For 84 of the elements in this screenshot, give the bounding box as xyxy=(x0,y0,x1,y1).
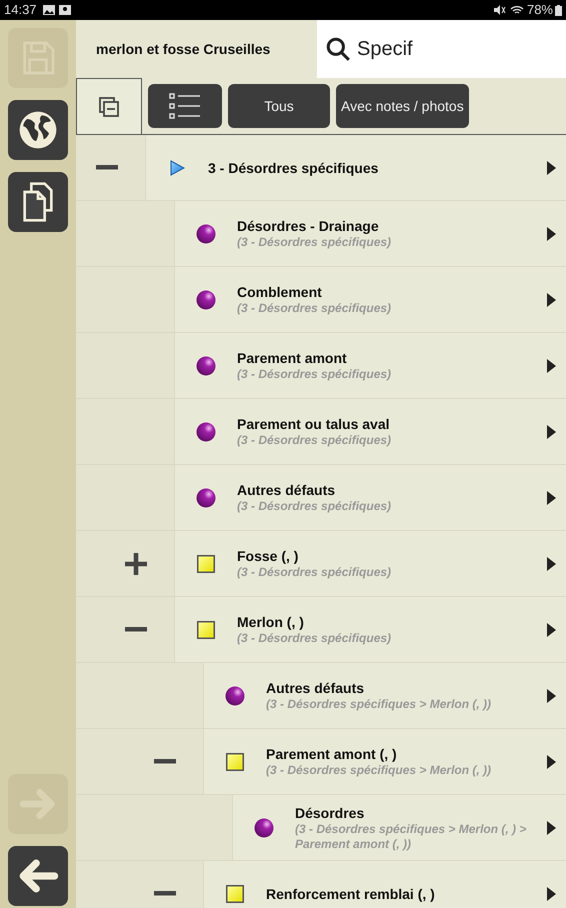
project-title: merlon et fosse Cruseilles xyxy=(95,40,272,58)
search-bar[interactable]: Specif xyxy=(317,20,566,78)
chevron-right-icon xyxy=(547,424,556,438)
sphere-icon xyxy=(196,290,216,310)
item-title: Parement ou talus aval xyxy=(237,415,391,433)
item-path: (3 - Désordres spécifiques) xyxy=(237,367,392,382)
list-view-button[interactable] xyxy=(148,84,222,128)
tree-row[interactable]: Parement amont (, ) (3 - Désordres spécifiques > Merlon (, )) xyxy=(203,729,566,794)
search-icon xyxy=(325,36,351,62)
plus-icon xyxy=(125,552,147,574)
tree-row[interactable]: Merlon (, ) (3 - Désordres spécifiques) xyxy=(174,597,566,662)
tree-row[interactable]: Désordres (3 - Désordres spécifiques > Merlon (, ) > Parement amont (, )) xyxy=(232,795,566,860)
tree-row[interactable]: Autres défauts (3 - Désordres spécifiques > Merlon (, )) xyxy=(203,663,566,728)
item-title: Désordres xyxy=(295,804,366,822)
tree-row[interactable]: Renforcement remblai (, ) xyxy=(203,861,566,908)
collapse-icon xyxy=(97,94,121,118)
item-path: (3 - Désordres spécifiques > Merlon (, )) xyxy=(266,763,492,778)
item-path: (3 - Désordres spécifiques) xyxy=(237,565,392,580)
tree-row[interactable]: 3 - Désordres spécifiques xyxy=(145,135,566,200)
item-title: Autres défauts xyxy=(237,481,336,499)
square-icon xyxy=(197,620,215,638)
item-path: (3 - Désordres spécifiques) xyxy=(237,235,392,250)
minus-icon xyxy=(154,891,176,896)
chevron-right-icon xyxy=(547,556,556,570)
clock: 14:37 xyxy=(4,1,37,20)
tree-row[interactable]: Désordres - Drainage (3 - Désordres spécifiques) xyxy=(174,201,566,266)
chevron-right-icon xyxy=(547,622,556,636)
item-path: (3 - Désordres spécifiques) xyxy=(237,301,392,316)
item-title: Parement amont (, ) xyxy=(266,745,398,763)
filter-button[interactable]: Tous xyxy=(228,84,330,128)
chevron-right-icon xyxy=(547,490,556,504)
battery-level: 78% xyxy=(526,1,553,20)
minus-icon xyxy=(154,759,176,764)
tree-row[interactable]: Fosse (, ) (3 - Désordres spécifiques) xyxy=(174,531,566,596)
item-title: Fosse (, ) xyxy=(237,547,300,565)
item-path: (3 - Désordres spécifiques > Merlon (, ) > Parement amont (, )) xyxy=(295,822,528,852)
wifi-icon xyxy=(510,5,524,15)
minus-icon xyxy=(96,165,118,170)
chevron-right-icon xyxy=(547,292,556,306)
copy-button[interactable] xyxy=(8,172,68,232)
item-path: (3 - Désordres spécifiques) xyxy=(237,499,392,514)
item-title: Parement amont xyxy=(237,349,348,367)
item-title: Merlon (, ) xyxy=(237,613,305,631)
expand-button[interactable] xyxy=(124,552,148,576)
item-title: Autres défauts xyxy=(266,679,366,697)
chevron-right-icon xyxy=(547,688,556,702)
item-path: (3 - Désordres spécifiques > Merlon (, )) xyxy=(266,697,492,712)
globe-button[interactable] xyxy=(8,100,68,160)
item-title: Désordres - Drainage xyxy=(237,217,380,235)
item-path: (3 - Désordres spécifiques) xyxy=(237,433,392,448)
sphere-icon xyxy=(196,356,216,376)
chevron-right-icon xyxy=(547,160,556,174)
collapse-all-button[interactable] xyxy=(76,78,142,134)
chevron-right-icon xyxy=(547,226,556,240)
sphere-icon xyxy=(196,422,216,442)
item-title: 3 - Désordres spécifiques xyxy=(208,158,378,176)
filter-button[interactable]: Avec notes / photos xyxy=(336,84,469,128)
chevron-right-icon xyxy=(547,754,556,768)
item-path: (3 - Désordres spécifiques) xyxy=(237,631,392,646)
item-title: Renforcement remblai (, ) xyxy=(266,884,435,902)
chevron-right-icon xyxy=(547,358,556,372)
tree-row[interactable]: Parement amont (3 - Désordres spécifiques) xyxy=(174,333,566,398)
person-icon xyxy=(58,5,71,15)
sphere-icon xyxy=(196,488,216,508)
list-icon xyxy=(168,91,202,121)
image-icon xyxy=(42,5,55,15)
item-title: Comblement xyxy=(237,283,323,301)
sphere-icon xyxy=(225,686,245,706)
chevron-right-icon xyxy=(547,886,556,900)
chevron-right-icon xyxy=(547,820,556,834)
triangle-icon xyxy=(169,160,185,176)
minus-icon xyxy=(125,627,147,632)
tree-row[interactable]: Parement ou talus aval (3 - Désordres spécifiques) xyxy=(174,399,566,464)
back-button[interactable] xyxy=(8,846,68,906)
search-field[interactable]: Specif xyxy=(357,34,566,64)
battery-icon xyxy=(555,4,562,16)
mute-icon xyxy=(494,5,506,15)
sphere-icon xyxy=(196,224,216,244)
square-icon xyxy=(197,554,215,572)
tree-row[interactable]: Comblement (3 - Désordres spécifiques) xyxy=(174,267,566,332)
sphere-icon xyxy=(254,818,274,838)
square-icon xyxy=(226,884,244,902)
tree-row[interactable]: Autres défauts (3 - Désordres spécifiques) xyxy=(174,465,566,530)
square-icon xyxy=(226,752,244,770)
